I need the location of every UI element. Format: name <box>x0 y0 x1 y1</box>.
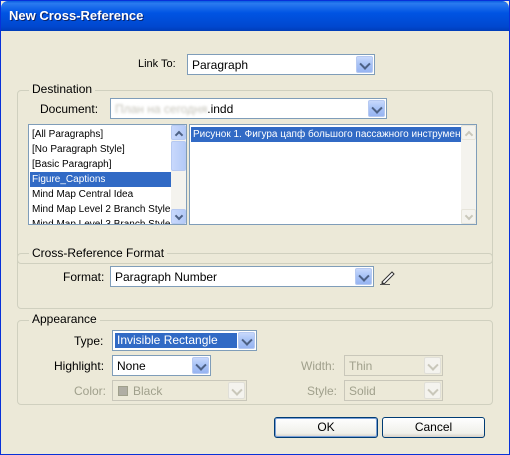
document-dropdown[interactable]: План на сегодня.indd <box>110 98 387 119</box>
paragraph-list[interactable]: Рисунок 1. Фигура цапф большого пассажно… <box>189 124 477 225</box>
document-value: План на сегодня.indd <box>115 102 233 116</box>
type-label: Type: <box>74 334 104 348</box>
chevron-down-icon <box>424 357 441 374</box>
highlight-dropdown[interactable]: None <box>112 355 211 376</box>
dialog-body: Link To: Paragraph Destination Document:… <box>4 31 506 452</box>
ok-button[interactable]: OK <box>274 417 378 438</box>
scroll-down-icon[interactable] <box>171 209 186 224</box>
chevron-down-icon[interactable] <box>356 56 373 73</box>
document-extension: .indd <box>207 102 234 116</box>
color-swatch <box>118 386 128 396</box>
link-to-value: Paragraph <box>192 58 249 72</box>
chevron-down-icon <box>424 382 441 399</box>
paragraph-list-scrollbar[interactable] <box>461 125 476 224</box>
link-to-dropdown[interactable]: Paragraph <box>187 54 375 75</box>
scroll-up-icon[interactable] <box>171 125 186 140</box>
width-value: Thin <box>349 359 373 373</box>
scroll-thumb[interactable] <box>171 141 186 171</box>
style-list-scrollbar[interactable] <box>171 125 186 224</box>
scroll-down-icon <box>461 209 476 224</box>
title-bar[interactable]: New Cross-Reference <box>1 1 509 31</box>
style-list-item[interactable]: [All Paragraphs] <box>30 127 103 142</box>
appearance-title: Appearance <box>29 312 100 326</box>
cancel-button[interactable]: Cancel <box>382 417 485 438</box>
style-dropdown: Solid <box>344 380 443 401</box>
chevron-down-icon[interactable] <box>238 332 255 349</box>
link-to-label: Link To: <box>138 58 176 70</box>
type-value: Invisible Rectangle <box>115 333 237 348</box>
chevron-down-icon <box>228 382 245 399</box>
pencil-icon[interactable] <box>378 269 398 285</box>
format-group-title: Cross-Reference Format <box>29 246 168 260</box>
style-list-item[interactable]: [Basic Paragraph] <box>30 157 112 172</box>
format-dropdown[interactable]: Paragraph Number <box>110 266 374 287</box>
chevron-down-icon[interactable] <box>192 357 209 374</box>
paragraph-list-item-selected[interactable]: Рисунок 1. Фигура цапф большого пассажно… <box>191 127 469 142</box>
style-list-item[interactable]: Mind Map Level 3 Branch Style <box>30 217 170 224</box>
style-value: Solid <box>349 384 376 398</box>
document-label: Document: <box>40 102 99 116</box>
chevron-down-icon[interactable] <box>355 268 372 285</box>
paragraph-style-list[interactable]: [All Paragraphs] [No Paragraph Style] [B… <box>28 124 187 225</box>
style-list-item[interactable]: Mind Map Level 2 Branch Style <box>30 202 170 217</box>
document-name-redacted: План на сегодня <box>115 102 208 116</box>
width-dropdown: Thin <box>344 355 443 376</box>
format-label: Format: <box>63 270 105 284</box>
color-label: Color: <box>74 384 107 398</box>
style-list-item[interactable]: Mind Map Central Idea <box>30 187 133 202</box>
width-label: Width: <box>301 359 336 373</box>
highlight-label: Highlight: <box>54 359 105 373</box>
destination-title: Destination <box>29 82 96 96</box>
chevron-down-icon[interactable] <box>368 100 385 117</box>
window-title: New Cross-Reference <box>9 8 144 23</box>
style-list-item-selected[interactable]: Figure_Captions <box>30 172 171 187</box>
color-dropdown: Black <box>112 380 247 401</box>
type-dropdown[interactable]: Invisible Rectangle <box>112 330 257 351</box>
scroll-up-icon <box>461 125 476 140</box>
format-value: Paragraph Number <box>115 270 218 284</box>
highlight-value: None <box>117 359 146 373</box>
style-label: Style: <box>307 384 338 398</box>
cross-reference-dialog: New Cross-Reference Link To: Paragraph D… <box>0 0 510 455</box>
style-list-item[interactable]: [No Paragraph Style] <box>30 142 125 157</box>
color-value: Black <box>133 384 163 398</box>
